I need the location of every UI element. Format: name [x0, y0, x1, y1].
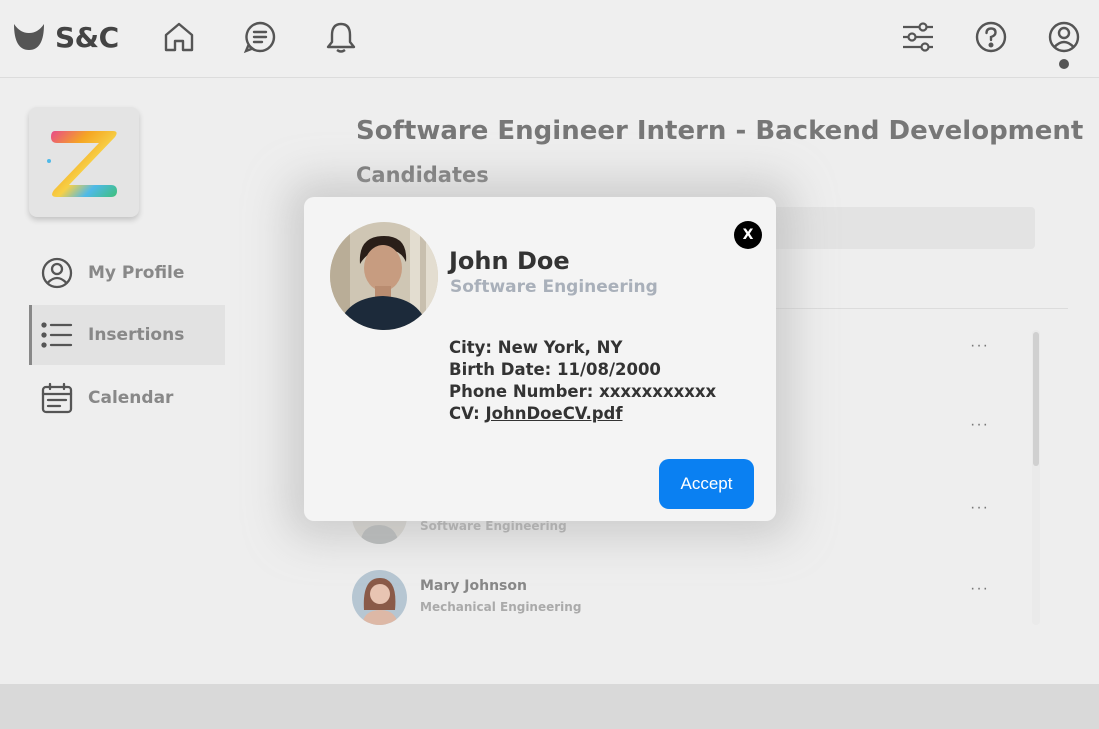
more-options-icon[interactable]: ···	[970, 499, 989, 517]
scrollbar-thumb[interactable]	[1033, 332, 1039, 466]
footer	[0, 684, 1099, 729]
sidebar-item-insertions[interactable]: Insertions	[29, 305, 225, 365]
profile-status-dot	[1059, 59, 1069, 69]
candidate-modal: X John Doe Software Engineering City: Ne…	[304, 197, 776, 521]
candidate-department: Software Engineering	[420, 519, 567, 533]
sidebar-item-calendar[interactable]: Calendar	[29, 368, 225, 428]
brand-name: S&C	[55, 20, 119, 54]
sidebar-item-label: Insertions	[88, 325, 185, 345]
page-title: Software Engineer Intern - Backend Devel…	[356, 116, 1084, 146]
calendar-icon	[39, 380, 75, 416]
bell-icon[interactable]	[323, 19, 359, 55]
help-icon[interactable]	[973, 19, 1009, 55]
candidate-photo	[330, 222, 438, 330]
detail-cv: CV: JohnDoeCV.pdf	[449, 404, 623, 423]
app-logo	[29, 107, 139, 217]
messages-icon[interactable]	[242, 19, 278, 55]
candidate-department: Mechanical Engineering	[420, 600, 582, 614]
z-logo-icon	[47, 131, 117, 197]
candidate-details: City: New York, NY Birth Date: 11/08/200…	[449, 337, 716, 425]
sidebar-item-label: My Profile	[88, 263, 185, 283]
brand[interactable]: S&C	[12, 20, 119, 54]
candidate-department: Software Engineering	[450, 277, 658, 297]
filters-icon[interactable]	[900, 19, 936, 55]
candidate-name: Mary Johnson	[420, 578, 527, 594]
accept-button[interactable]: Accept	[659, 459, 754, 509]
search-input[interactable]	[760, 207, 1035, 249]
detail-phone: Phone Number: xxxxxxxxxxx	[449, 382, 717, 401]
detail-city: City: New York, NY	[449, 338, 623, 357]
page-subtitle: Candidates	[356, 163, 489, 187]
profile-icon[interactable]	[1046, 19, 1082, 55]
list-item[interactable]: Mary Johnson Mechanical Engineering ···	[352, 570, 992, 626]
avatar	[352, 570, 407, 625]
more-options-icon[interactable]: ···	[970, 580, 989, 598]
top-bar: S&C	[0, 0, 1099, 78]
brand-logo-icon	[14, 24, 44, 50]
cv-link[interactable]: JohnDoeCV.pdf	[486, 404, 623, 423]
sidebar-item-my-profile[interactable]: My Profile	[29, 243, 225, 303]
more-options-icon[interactable]: ···	[970, 337, 989, 355]
home-icon[interactable]	[161, 19, 197, 55]
user-circle-icon	[39, 255, 75, 291]
candidate-name: John Doe	[449, 247, 570, 275]
more-options-icon[interactable]: ···	[970, 416, 989, 434]
detail-birth-date: Birth Date: 11/08/2000	[449, 360, 661, 379]
sidebar-item-label: Calendar	[88, 388, 174, 408]
list-icon	[39, 317, 75, 353]
close-button[interactable]: X	[734, 221, 762, 249]
